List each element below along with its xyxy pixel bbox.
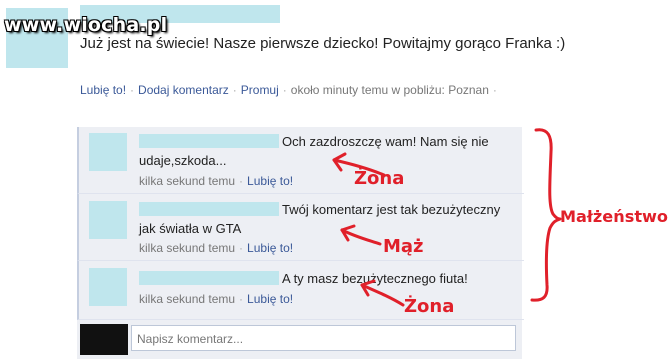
annotation-layer: Żona Mąż Żona Małżeństwo (332, 128, 668, 317)
annotation-wife1: Żona (354, 167, 404, 189)
annotation-wife2: Żona (404, 295, 454, 317)
annotation-husband: Mąż (383, 236, 424, 257)
annotation-marriage: Małżeństwo (560, 207, 668, 226)
site-watermark: www.wiocha.pl (4, 14, 168, 36)
marriage-brace (530, 128, 562, 302)
